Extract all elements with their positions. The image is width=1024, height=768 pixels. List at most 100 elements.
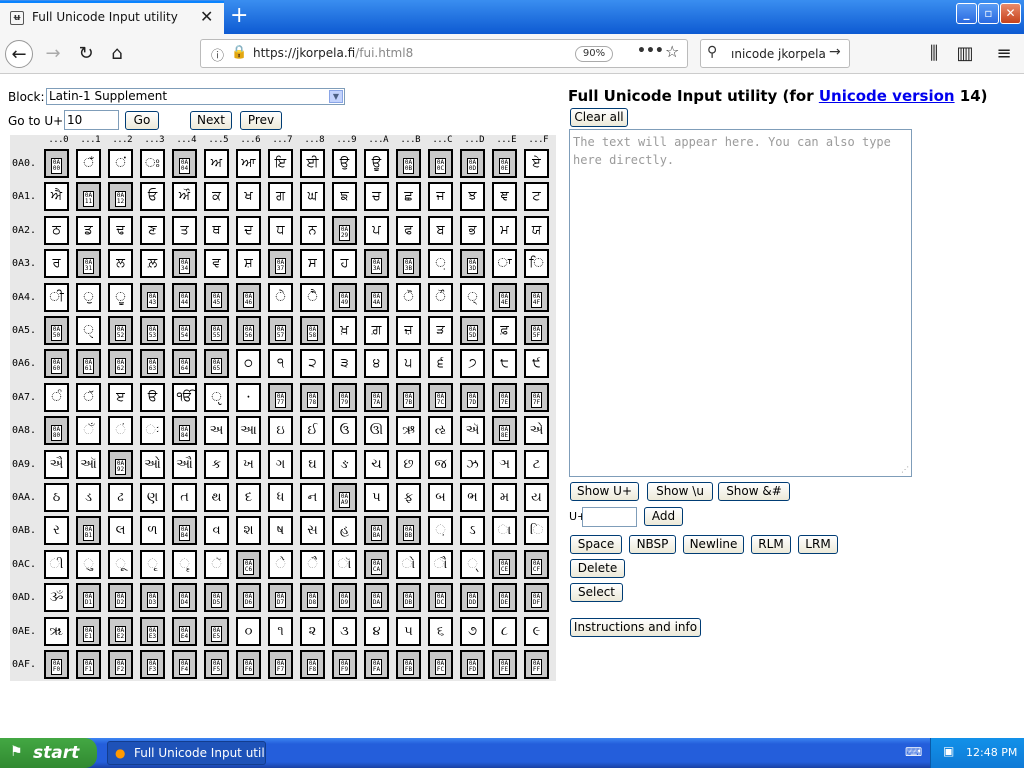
char-cell[interactable]: 0A DD bbox=[460, 583, 485, 613]
char-cell[interactable]: 0A 80 bbox=[44, 416, 69, 446]
char-cell[interactable]: ਨ bbox=[300, 215, 325, 245]
network-icon[interactable]: ▣ bbox=[943, 744, 954, 758]
char-cell[interactable]: ૧ bbox=[268, 616, 293, 646]
char-cell[interactable]: ૫ bbox=[396, 616, 421, 646]
char-cell[interactable]: 0A 0B bbox=[396, 149, 421, 178]
char-cell[interactable]: ੪ bbox=[364, 349, 389, 379]
char-cell[interactable]: થ bbox=[204, 483, 229, 512]
char-cell[interactable]: ્ bbox=[460, 549, 485, 579]
char-cell[interactable]: ਲ bbox=[108, 249, 133, 279]
char-cell[interactable]: 0A 45 bbox=[204, 282, 229, 312]
char-cell[interactable]: ਸ bbox=[300, 249, 325, 279]
reload-icon[interactable]: ↻ bbox=[72, 40, 100, 68]
char-cell[interactable]: ੮ bbox=[492, 349, 517, 379]
char-cell[interactable]: 0A 43 bbox=[140, 282, 165, 312]
char-cell[interactable]: ઞ bbox=[492, 449, 517, 479]
char-cell[interactable]: 0A CA bbox=[364, 549, 389, 579]
char-cell[interactable]: ਵ bbox=[204, 249, 229, 279]
char-cell[interactable]: ਖ਼ bbox=[332, 316, 357, 345]
char-cell[interactable]: 0A 7B bbox=[396, 382, 421, 412]
char-cell[interactable]: 0A E2 bbox=[108, 616, 133, 646]
char-cell[interactable]: ਦ bbox=[236, 215, 261, 245]
char-cell[interactable]: 0A 11 bbox=[76, 182, 101, 212]
char-cell[interactable]: 0A F9 bbox=[332, 650, 357, 679]
char-cell[interactable]: 0A BA bbox=[364, 516, 389, 546]
char-cell[interactable]: ੱ bbox=[76, 382, 101, 412]
char-cell[interactable]: 0A 7D bbox=[460, 382, 485, 412]
char-cell[interactable]: ੇ bbox=[268, 282, 293, 312]
char-cell[interactable]: ૂ bbox=[108, 549, 133, 579]
char-cell[interactable]: ઔ bbox=[172, 449, 197, 479]
char-cell[interactable]: ੂ bbox=[108, 282, 133, 312]
char-cell[interactable]: ਡ bbox=[76, 215, 101, 245]
char-cell[interactable]: એ bbox=[524, 416, 549, 446]
char-cell[interactable]: ੨ bbox=[300, 349, 325, 379]
char-cell[interactable]: ਗ bbox=[268, 182, 293, 212]
char-cell[interactable]: ઠ bbox=[44, 483, 69, 512]
char-cell[interactable]: 0A DA bbox=[364, 583, 389, 613]
char-cell[interactable]: 0A FB bbox=[396, 650, 421, 679]
char-cell[interactable]: 0A 0E bbox=[492, 149, 517, 178]
char-cell[interactable]: 0A D8 bbox=[300, 583, 325, 613]
char-cell[interactable]: ભ bbox=[460, 483, 485, 512]
char-cell[interactable]: છ bbox=[396, 449, 421, 479]
char-cell[interactable]: ੋ bbox=[396, 282, 421, 312]
char-cell[interactable]: હ bbox=[332, 516, 357, 546]
char-cell[interactable]: ૈ bbox=[300, 549, 325, 579]
char-cell[interactable]: ਞ bbox=[492, 182, 517, 212]
char-cell[interactable]: 0A 3D bbox=[460, 249, 485, 279]
char-cell[interactable]: 0A 44 bbox=[172, 282, 197, 312]
char-cell[interactable]: બ bbox=[428, 483, 453, 512]
lock-icon[interactable]: 🔒 bbox=[231, 45, 247, 60]
char-cell[interactable]: ધ bbox=[268, 483, 293, 512]
show-amp-button[interactable]: Show &# bbox=[718, 482, 790, 501]
char-cell[interactable]: 0A D5 bbox=[204, 583, 229, 613]
char-cell[interactable]: ત bbox=[172, 483, 197, 512]
char-cell[interactable]: ય bbox=[524, 483, 549, 512]
char-cell[interactable]: ੈ bbox=[300, 282, 325, 312]
char-cell[interactable]: ૭ bbox=[460, 616, 485, 646]
url-bar[interactable]: ⓘ 🔒 https://jkorpela.fi/fui.html8 90% ••… bbox=[200, 39, 688, 68]
chevron-down-icon[interactable]: ▼ bbox=[329, 90, 343, 103]
char-cell[interactable]: ખ bbox=[236, 449, 261, 479]
char-cell[interactable]: 0A 3A bbox=[364, 249, 389, 279]
char-cell[interactable]: ਸ਼ bbox=[236, 249, 261, 279]
char-cell[interactable]: ਜ bbox=[428, 182, 453, 212]
block-select[interactable]: Latin-1 Supplement ▼ bbox=[46, 88, 345, 105]
char-cell[interactable]: ઁ bbox=[76, 416, 101, 446]
char-cell[interactable]: ૦ bbox=[236, 616, 261, 646]
char-cell[interactable]: ઐ bbox=[44, 449, 69, 479]
goto-input[interactable]: 10 bbox=[64, 110, 119, 130]
char-cell[interactable]: ਬ bbox=[428, 215, 453, 245]
char-cell[interactable]: 0A FF bbox=[524, 650, 549, 679]
char-cell[interactable]: 0A 77 bbox=[268, 382, 293, 412]
char-cell[interactable]: 0A 79 bbox=[332, 382, 357, 412]
char-cell[interactable]: ਇ bbox=[268, 149, 293, 178]
sidebar-icon[interactable]: ▥ bbox=[951, 40, 979, 68]
char-cell[interactable]: 0A 84 bbox=[172, 416, 197, 446]
char-cell[interactable]: ਈ bbox=[300, 149, 325, 178]
char-cell[interactable]: ૮ bbox=[492, 616, 517, 646]
char-cell[interactable]: ਟ bbox=[524, 182, 549, 212]
char-cell[interactable]: ડ bbox=[76, 483, 101, 512]
char-cell[interactable]: ਁ bbox=[76, 149, 101, 178]
char-cell[interactable]: ઽ bbox=[460, 516, 485, 546]
char-cell[interactable]: 0A F5 bbox=[204, 650, 229, 679]
char-cell[interactable]: ઑ bbox=[76, 449, 101, 479]
char-cell[interactable]: ੲ bbox=[108, 382, 133, 412]
go-button[interactable]: Go bbox=[125, 111, 159, 130]
char-cell[interactable]: ઢ bbox=[108, 483, 133, 512]
char-cell[interactable]: ઇ bbox=[268, 416, 293, 446]
char-cell[interactable]: ਰ bbox=[44, 249, 69, 279]
char-cell[interactable]: ਓ bbox=[140, 182, 165, 212]
char-cell[interactable]: ુ bbox=[76, 549, 101, 579]
char-cell[interactable]: 0A F6 bbox=[236, 650, 261, 679]
char-cell[interactable]: 0A 46 bbox=[236, 282, 261, 312]
lrm-button[interactable]: LRM bbox=[798, 535, 838, 554]
char-cell[interactable]: ૨ bbox=[300, 616, 325, 646]
char-cell[interactable]: અ bbox=[204, 416, 229, 446]
char-cell[interactable]: ક bbox=[204, 449, 229, 479]
output-textarea[interactable]: The text will appear here. You can also … bbox=[569, 129, 912, 477]
char-cell[interactable]: 0A 65 bbox=[204, 349, 229, 379]
char-cell[interactable]: ਘ bbox=[300, 182, 325, 212]
